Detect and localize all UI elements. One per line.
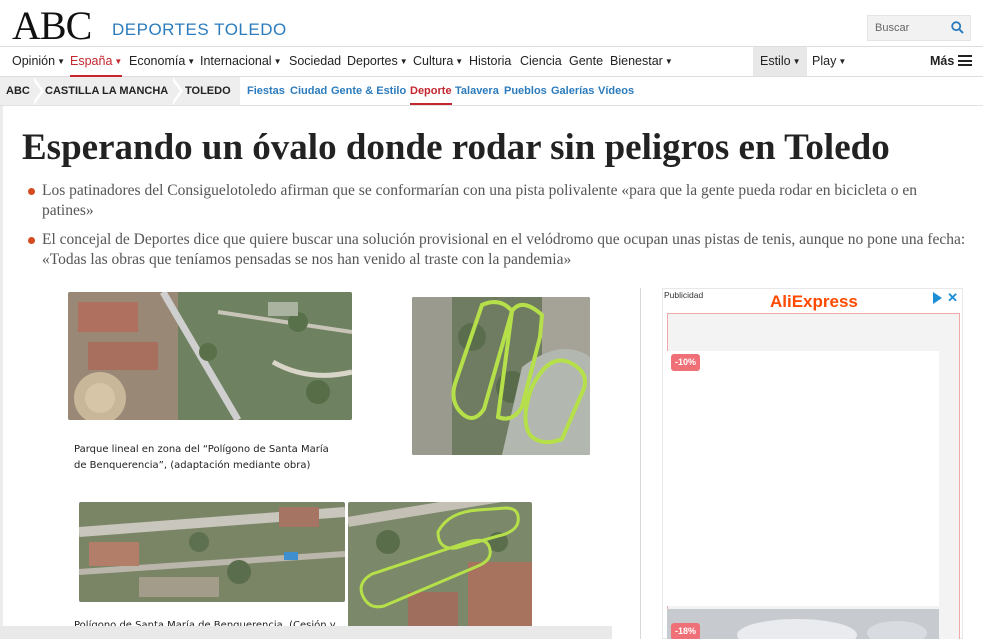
sublink-pueblos[interactable]: Pueblos — [504, 77, 547, 105]
caret-down-icon: ▼ — [187, 57, 196, 66]
article-headline: Esperando un óvalo donde rodar sin pelig… — [22, 127, 890, 168]
sublink-gente-estilo[interactable]: Gente & Estilo — [331, 77, 406, 105]
search-icon[interactable] — [951, 21, 964, 39]
nav-item-ciencia[interactable]: Ciencia — [520, 47, 562, 76]
caret-down-icon: ▼ — [273, 57, 282, 66]
nav-label: Bienestar — [610, 54, 663, 68]
summary-bullet: El concejal de Deportes dice que quiere … — [26, 230, 971, 270]
nav-label: Estilo — [760, 54, 791, 68]
breadcrumb-separator — [170, 77, 180, 105]
close-ad-icon[interactable]: ✕ — [947, 290, 958, 306]
satellite-map-image — [79, 502, 345, 602]
nav-item-espana[interactable]: España ▼ — [70, 47, 123, 77]
site-header: ABC DEPORTES TOLEDO — [0, 0, 983, 49]
main-nav: Opinión ▼ España ▼ Economía ▼ Internacional… — [0, 46, 983, 77]
caret-down-icon: ▼ — [838, 57, 847, 66]
horizontal-scrollbar[interactable] — [0, 626, 612, 639]
nav-label: Deportes — [347, 54, 398, 68]
nav-label: Cultura — [413, 54, 454, 68]
nav-label: Play — [812, 54, 837, 68]
nav-more-label: Más — [930, 54, 955, 68]
breadcrumb: ABC CASTILLA LA MANCHA TOLEDO Fiestas Ci… — [0, 77, 983, 106]
breadcrumb-toledo[interactable]: TOLEDO — [185, 77, 231, 105]
summary-bullet: Los patinadores del Consiguelotoledo afi… — [26, 181, 971, 221]
adchoices-icon[interactable] — [933, 292, 942, 304]
nav-label: Economía — [129, 54, 186, 68]
oval-track-map-image — [348, 502, 532, 630]
discount-badge: -18% — [671, 623, 701, 639]
nav-more-button[interactable]: Más — [930, 47, 973, 76]
article-summary: Los patinadores del Consiguelotoledo afi… — [26, 181, 971, 279]
caret-down-icon: ▼ — [114, 57, 123, 66]
caret-down-icon: ▼ — [792, 57, 801, 66]
nav-item-sociedad[interactable]: Sociedad — [289, 47, 341, 76]
sublink-galerias[interactable]: Galerías — [551, 77, 594, 105]
ad-product-image[interactable] — [667, 609, 939, 639]
sublink-deporte[interactable]: Deporte — [410, 77, 452, 105]
nav-item-cultura[interactable]: Cultura ▼ — [413, 47, 463, 76]
site-logo[interactable]: ABC — [12, 2, 92, 49]
caret-down-icon: ▼ — [455, 57, 464, 66]
section-title[interactable]: DEPORTES TOLEDO — [112, 20, 287, 40]
nav-item-historia[interactable]: Historia — [469, 47, 511, 76]
article-image[interactable]: Parque lineal en zona del “Polígono de S… — [0, 280, 640, 639]
caret-down-icon: ▼ — [399, 57, 408, 66]
aliexpress-logo[interactable]: AliExpress — [770, 292, 858, 312]
nav-item-economia[interactable]: Economía ▼ — [129, 47, 195, 76]
image-caption: Parque lineal en zona del “Polígono de S… — [74, 444, 329, 471]
breadcrumb-abc[interactable]: ABC — [6, 77, 30, 105]
search-input[interactable] — [868, 16, 948, 40]
nav-item-estilo[interactable]: Estilo ▼ — [760, 47, 801, 76]
caret-down-icon: ▼ — [57, 57, 66, 66]
breadcrumb-castilla-la-mancha[interactable]: CASTILLA LA MANCHA — [45, 77, 168, 105]
nav-label: Historia — [469, 54, 512, 68]
nav-item-gente[interactable]: Gente — [569, 47, 603, 76]
sublink-ciudad[interactable]: Ciudad — [290, 77, 327, 105]
column-divider — [640, 288, 641, 639]
nav-label: Opinión — [12, 54, 56, 68]
nav-label: Internacional — [200, 54, 272, 68]
breadcrumb-separator — [31, 77, 41, 105]
nav-item-bienestar[interactable]: Bienestar ▼ — [610, 47, 673, 76]
caret-down-icon: ▼ — [664, 57, 673, 66]
sublink-videos[interactable]: Vídeos — [598, 77, 634, 105]
satellite-map-image — [68, 292, 352, 420]
ad-label: Publicidad — [664, 290, 704, 300]
search-box[interactable] — [867, 15, 971, 41]
discount-badge: -10% — [671, 354, 701, 371]
sublink-talavera[interactable]: Talavera — [455, 77, 499, 105]
nav-label: Ciencia — [520, 54, 562, 68]
ad-product-card[interactable] — [667, 351, 939, 606]
advertisement[interactable]: AliExpress ✕ ◀ ▶ -10% -18% — [662, 288, 963, 639]
nav-label: Sociedad — [289, 54, 342, 68]
sublink-fiestas[interactable]: Fiestas — [247, 77, 285, 105]
nav-label: Gente — [569, 54, 604, 68]
nav-label: España — [70, 54, 113, 68]
hamburger-menu-icon — [958, 55, 973, 66]
nav-item-opinion[interactable]: Opinión ▼ — [12, 47, 65, 76]
velodrome-map-image — [412, 297, 590, 455]
nav-item-play[interactable]: Play ▼ — [812, 47, 846, 76]
nav-item-internacional[interactable]: Internacional ▼ — [200, 47, 282, 76]
nav-item-deportes[interactable]: Deportes ▼ — [347, 47, 408, 76]
